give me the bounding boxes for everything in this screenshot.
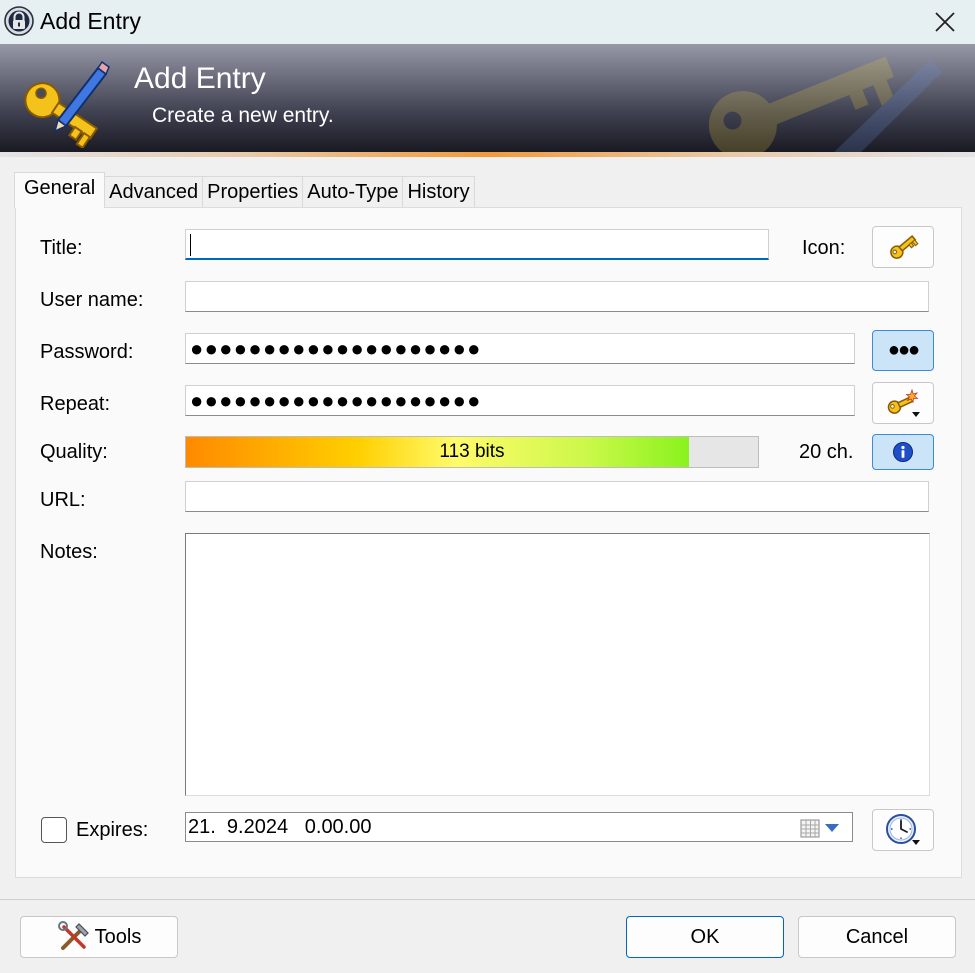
password-label: Password: (40, 341, 134, 363)
password-masked-value: ●●●●●●●●●●●●●●●●●●●● (190, 336, 482, 361)
quality-bits-text: 113 bits (439, 441, 505, 462)
clock-icon (886, 814, 920, 845)
url-label: URL: (40, 489, 86, 511)
tools-button[interactable]: Tools (20, 916, 178, 958)
quality-label: Quality: (40, 441, 108, 463)
text-caret (190, 234, 191, 256)
generate-password-button[interactable] (872, 382, 934, 424)
expiry-date-value: 21. 9.2024 0.00.00 (188, 816, 372, 838)
header-banner: Add Entry Create a new entry. (0, 44, 975, 156)
notes-textarea[interactable] (185, 533, 930, 796)
keepass-lock-icon (4, 6, 34, 36)
password-field[interactable]: ●●●●●●●●●●●●●●●●●●●● (185, 333, 855, 364)
banner-title: Add Entry (134, 62, 266, 95)
tab-auto-type[interactable]: Auto-Type (302, 176, 404, 208)
tools-button-label: Tools (94, 925, 142, 948)
username-field[interactable] (185, 281, 929, 312)
tab-strip: General Advanced Properties Auto-Type Hi… (14, 172, 475, 208)
icon-picker-button[interactable] (872, 226, 934, 268)
tab-general[interactable]: General (14, 172, 106, 208)
expires-label[interactable]: Expires: (76, 819, 148, 842)
close-button[interactable] (915, 0, 975, 44)
hide-password-toggle[interactable]: ●●● (872, 330, 934, 371)
expiry-date-picker[interactable]: 21. 9.2024 0.00.00 (185, 812, 853, 842)
hide-password-icon: ●●● (887, 339, 920, 361)
tab-properties[interactable]: Properties (202, 176, 304, 208)
url-field[interactable] (185, 481, 929, 512)
calendar-icon[interactable] (800, 819, 822, 839)
ok-button-label: OK (690, 925, 720, 948)
title-bar: Add Entry (0, 0, 975, 44)
cancel-button[interactable]: Cancel (798, 916, 956, 958)
key-pencil-icon (24, 60, 110, 148)
repeat-password-field[interactable]: ●●●●●●●●●●●●●●●●●●●● (185, 385, 855, 416)
window-title: Add Entry (40, 8, 141, 34)
key-pencil-watermark-icon (708, 56, 942, 156)
info-icon (893, 442, 913, 462)
ok-button[interactable]: OK (626, 916, 784, 958)
expiry-presets-button[interactable] (872, 809, 934, 851)
repeat-masked-value: ●●●●●●●●●●●●●●●●●●●● (190, 388, 482, 413)
cancel-button-label: Cancel (845, 925, 909, 948)
title-label: Title: (40, 237, 83, 259)
char-count-label: 20 ch. (799, 441, 854, 463)
username-label: User name: (40, 289, 144, 311)
close-icon (935, 12, 955, 32)
title-field[interactable] (185, 229, 769, 260)
dropdown-arrow-icon[interactable] (824, 823, 840, 833)
quality-info-button[interactable] (872, 434, 934, 470)
expires-checkbox[interactable] (41, 817, 67, 843)
notes-label: Notes: (40, 541, 98, 563)
repeat-label: Repeat: (40, 393, 111, 415)
tools-icon (57, 921, 89, 950)
key-icon (890, 235, 919, 259)
icon-label: Icon: (802, 237, 846, 259)
quality-bar: 113 bits (185, 436, 759, 468)
banner-subtitle: Create a new entry. (152, 104, 334, 127)
footer-separator (0, 899, 975, 900)
tab-history[interactable]: History (402, 176, 475, 208)
generate-password-icon (887, 388, 920, 417)
tab-advanced[interactable]: Advanced (104, 176, 204, 208)
